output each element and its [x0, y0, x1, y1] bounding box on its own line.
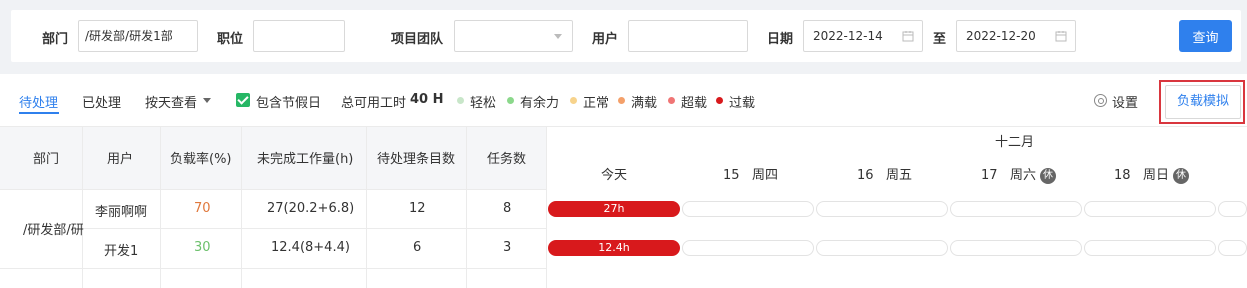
header-pending: 待处理条目数 [377, 152, 456, 167]
user-input[interactable] [628, 20, 748, 52]
rest-day-badge: 休 [1172, 167, 1189, 184]
day-slot[interactable] [1218, 240, 1247, 256]
date-to-value: 2022-12-20 [966, 29, 1036, 43]
tasks-cell: 8 [503, 201, 512, 216]
legend-label: 轻松 [470, 96, 497, 111]
column-divider [546, 126, 547, 288]
available-hours-label: 总可用工时 [341, 96, 407, 111]
user-cell: 开发1 [104, 244, 139, 259]
legend-label: 超载 [681, 96, 708, 111]
simulate-button[interactable]: 负载模拟 [1165, 85, 1241, 119]
date-label: 日期 [767, 32, 794, 47]
team-label: 项目团队 [391, 32, 444, 47]
calendar-icon [902, 31, 914, 42]
legend-dot-icon [668, 97, 675, 104]
legend-dot-icon [457, 97, 464, 104]
rest-day-badge: 休 [1039, 167, 1056, 184]
dept-input[interactable]: /研发部/研发1部 [78, 20, 198, 52]
load-cell: 70 [194, 201, 211, 216]
divider [0, 126, 1247, 127]
date-to-input[interactable]: 2022-12-20 [956, 20, 1076, 52]
date-to-label: 至 [933, 32, 947, 47]
view-mode-dropdown[interactable]: 按天查看 [145, 92, 197, 111]
tasks-cell: 3 [503, 240, 512, 255]
query-button[interactable]: 查询 [1179, 20, 1232, 52]
workload-bar[interactable]: 27h [548, 201, 680, 217]
column-divider [82, 126, 83, 288]
legend-dot-icon [716, 97, 723, 104]
day-header: 17 周六休 [981, 164, 1056, 184]
day-number: 15 [723, 168, 740, 183]
main-content: 待处理 已处理 按天查看 包含节假日 总可用工时 40 H 轻松 有余力 正常 满载 超… [0, 74, 1247, 288]
day-slot[interactable] [816, 201, 948, 217]
legend-label: 满载 [631, 96, 658, 111]
user-cell: 李丽啊啊 [95, 205, 148, 220]
date-from-value: 2022-12-14 [813, 29, 883, 43]
tab-done[interactable]: 已处理 [82, 92, 121, 111]
include-holiday-checkbox[interactable] [236, 93, 250, 107]
active-tab-indicator [19, 112, 59, 114]
position-input[interactable] [253, 20, 345, 52]
user-label: 用户 [592, 32, 619, 47]
day-number: 17 [981, 168, 998, 183]
header-user: 用户 [107, 152, 134, 167]
legend-dot-icon [618, 97, 625, 104]
dept-cell: /研发部/研 [23, 223, 84, 238]
day-number: 18 [1114, 168, 1131, 183]
day-header: 15 周四 [723, 164, 778, 183]
tab-pending[interactable]: 待处理 [19, 92, 58, 111]
column-divider [241, 126, 242, 288]
available-hours-value: 40 H [410, 92, 444, 107]
day-weekday: 周四 [751, 168, 778, 183]
chevron-down-icon [203, 98, 211, 103]
legend-label: 过载 [729, 96, 756, 111]
day-weekday: 周六 [1009, 168, 1036, 183]
calendar-icon [1055, 31, 1067, 42]
pending-cell: 6 [413, 240, 422, 255]
dept-label: 部门 [42, 32, 69, 47]
day-slot[interactable] [816, 240, 948, 256]
header-tasks: 任务数 [487, 152, 527, 167]
legend-label: 正常 [583, 96, 610, 111]
day-slot[interactable] [1084, 240, 1216, 256]
position-label: 职位 [217, 32, 244, 47]
divider [82, 228, 547, 229]
include-holiday-label: 包含节假日 [256, 96, 322, 111]
day-header: 18 周日休 [1114, 164, 1189, 184]
header-workload: 未完成工作量(h) [257, 152, 354, 167]
workload-cell: 12.4(8+4.4) [271, 240, 350, 255]
chevron-down-icon [554, 34, 562, 39]
day-weekday: 周五 [885, 168, 912, 183]
column-divider [366, 126, 367, 288]
day-header: 16 周五 [857, 164, 912, 183]
day-slot[interactable] [682, 240, 814, 256]
day-slot[interactable] [950, 240, 1082, 256]
day-slot[interactable] [1084, 201, 1216, 217]
pending-cell: 12 [409, 201, 426, 216]
day-slot[interactable] [682, 201, 814, 217]
team-select[interactable] [454, 20, 573, 52]
header-load: 负载率(%) [170, 152, 232, 167]
date-from-input[interactable]: 2022-12-14 [803, 20, 923, 52]
column-divider [160, 126, 161, 288]
header-dept: 部门 [33, 152, 60, 167]
workload-cell: 27(20.2+6.8) [267, 201, 355, 216]
month-label: 十二月 [995, 135, 1035, 150]
gear-icon[interactable] [1094, 94, 1107, 107]
workload-bar[interactable]: 12.4h [548, 240, 680, 256]
column-divider [466, 126, 467, 288]
day-weekday: 周日 [1142, 168, 1169, 183]
today-label: 今天 [601, 168, 628, 183]
day-number: 16 [857, 168, 874, 183]
settings-link[interactable]: 设置 [1112, 92, 1138, 111]
day-slot[interactable] [950, 201, 1082, 217]
legend-dot-icon [507, 97, 514, 104]
filter-bar: 部门 /研发部/研发1部 职位 项目团队 用户 日期 2022-12-14 至 … [11, 10, 1241, 62]
legend-label: 有余力 [520, 96, 560, 111]
load-cell: 30 [194, 240, 211, 255]
legend-dot-icon [570, 97, 577, 104]
day-slot[interactable] [1218, 201, 1247, 217]
